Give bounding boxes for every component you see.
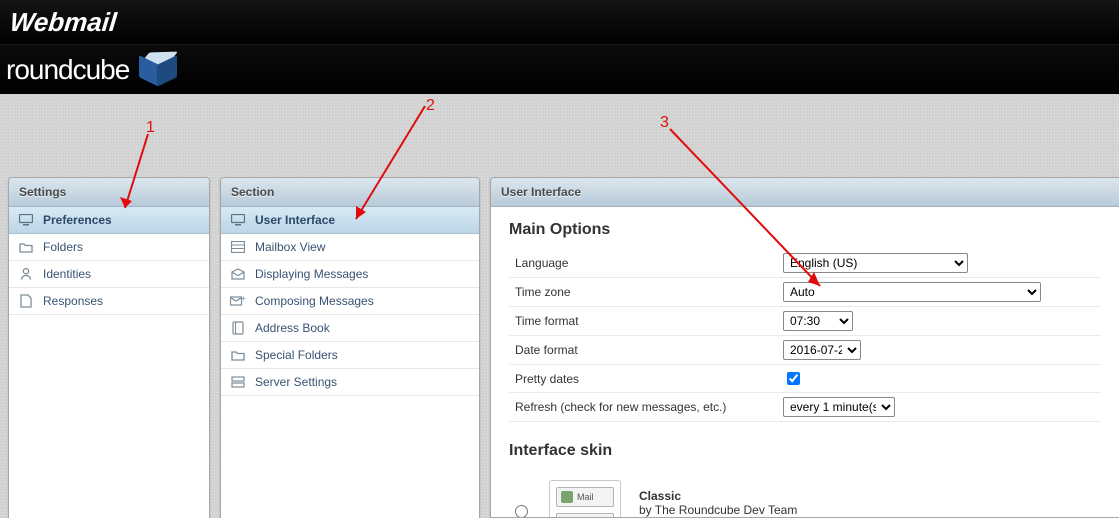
section-item-displaying-messages[interactable]: Displaying Messages [221,261,479,288]
section-item-server-settings[interactable]: Server Settings [221,369,479,396]
skin-radio-classic[interactable] [515,505,528,518]
folder-icon [17,241,35,253]
section-item-user-interface[interactable]: User Interface [221,207,479,234]
settings-item-folders[interactable]: Folders [9,234,209,261]
webmail-logo: Webmail [8,7,118,38]
section-item-label: Server Settings [255,375,471,389]
annotation-2-label: 2 [426,97,435,115]
section-item-label: Address Book [255,321,471,335]
interface-skin-fieldset: Interface skin Mail ★ Classic by The Rou… [509,442,1101,518]
interface-skin-legend: Interface skin [509,442,612,470]
roundcube-logo-icon [135,50,181,90]
monitor-icon [17,214,35,226]
settings-item-label: Responses [43,294,201,308]
timezone-label: Time zone [509,278,777,307]
section-item-label: Mailbox View [255,240,471,254]
prettydates-checkbox[interactable] [787,372,800,385]
mail-compose-icon: + [229,295,247,307]
timezone-select[interactable]: Auto [783,282,1041,302]
roundcube-brandbar: roundcube [0,44,1119,95]
settings-item-label: Identities [43,267,201,281]
prettydates-label: Pretty dates [509,365,777,393]
skin-byline: by The Roundcube Dev Team [639,503,909,517]
settings-item-label: Preferences [43,213,201,227]
svg-text:+: + [241,295,246,303]
section-item-label: Displaying Messages [255,267,471,281]
folder-icon [229,349,247,361]
section-list: User Interface Mailbox View Displaying M… [221,207,479,396]
language-select[interactable]: English (US) [783,253,968,273]
section-item-label: User Interface [255,213,471,227]
monitor-icon [229,214,247,226]
timeformat-select[interactable]: 07:30 [783,311,853,331]
list-icon [229,241,247,253]
section-item-address-book[interactable]: Address Book [221,315,479,342]
section-item-mailbox-view[interactable]: Mailbox View [221,234,479,261]
roundcube-logo-text: roundcube [6,54,129,86]
annotation-3-label: 3 [660,114,669,132]
section-item-label: Special Folders [255,348,471,362]
refresh-select[interactable]: every 1 minute(s) [783,397,895,417]
section-item-label: Composing Messages [255,294,471,308]
refresh-label: Refresh (check for new messages, etc.) [509,393,777,422]
language-label: Language [509,249,777,278]
document-icon [17,294,35,308]
person-icon [17,267,35,281]
main-options-legend: Main Options [509,221,610,249]
annotation-1-label: 1 [146,119,155,137]
settings-item-identities[interactable]: Identities [9,261,209,288]
settings-panel: Settings Preferences Folders [8,177,210,518]
settings-panel-title: Settings [9,178,209,207]
skin-thumbnail[interactable]: Mail ★ [549,480,621,518]
settings-item-responses[interactable]: Responses [9,288,209,315]
skin-name: Classic [639,489,909,503]
section-panel-title: Section [221,178,479,207]
skin-thumb-label: Mail [577,492,594,502]
section-item-composing-messages[interactable]: + Composing Messages [221,288,479,315]
mail-open-icon [229,268,247,280]
settings-item-preferences[interactable]: Preferences [9,207,209,234]
section-item-special-folders[interactable]: Special Folders [221,342,479,369]
main-options-fieldset: Main Options Language English (US) Time [509,221,1101,422]
book-icon [229,321,247,335]
settings-list: Preferences Folders Identities [9,207,209,315]
timeformat-label: Time format [509,307,777,336]
settings-item-label: Folders [43,240,201,254]
skin-info: Classic by The Roundcube Dev Team Licens… [639,489,909,518]
content-panel: User Interface Main Options Language Eng… [490,177,1119,518]
section-panel: Section User Interface Mailbox View [220,177,480,518]
webmail-topbar: Webmail [0,0,1119,44]
content-panel-title: User Interface [491,178,1119,207]
dateformat-label: Date format [509,336,777,365]
server-icon [229,376,247,388]
skin-row-classic: Mail ★ Classic by The Roundcube Dev Team… [509,470,1101,518]
dateformat-select[interactable]: 2016-07-24 [783,340,861,360]
